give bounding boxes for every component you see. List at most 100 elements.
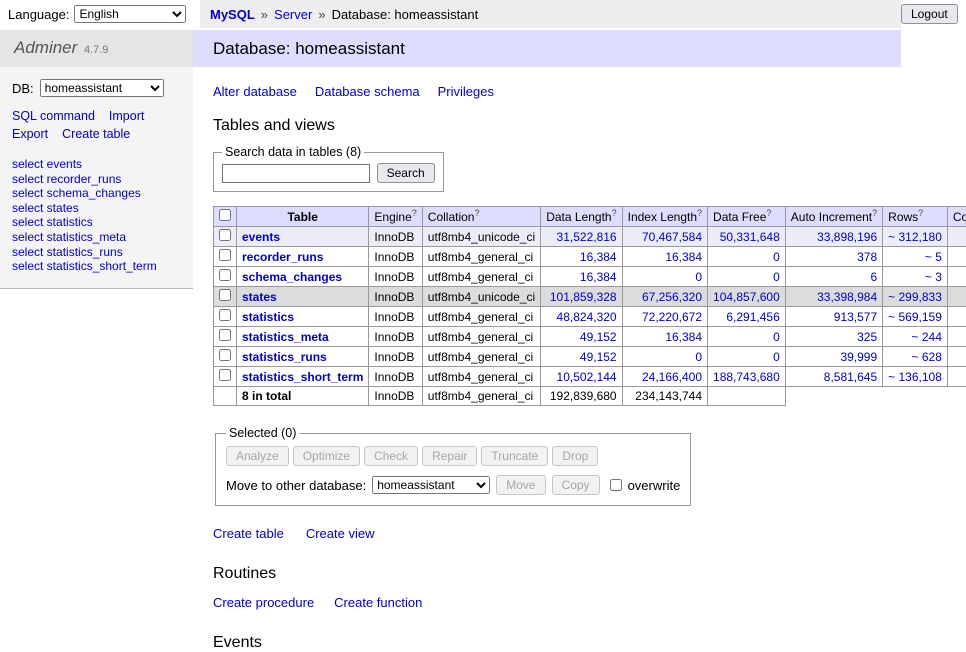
sidebar-item-select-recorder-runs[interactable]: select recorder_runs [12,172,181,187]
breadcrumb-server-link[interactable]: Server [274,7,312,22]
database-schema-link[interactable]: Database schema [315,84,420,99]
rows-count-link[interactable]: ~ 5 [925,250,942,264]
data-length-link[interactable]: 16,384 [580,270,617,284]
auto-increment-link[interactable]: 33,898,196 [817,230,877,244]
data-length-link[interactable]: 101,859,328 [550,290,617,304]
data-free-link[interactable]: 188,743,680 [713,370,780,384]
create-table-link[interactable]: Create table [62,127,130,141]
auto-increment-link[interactable]: 33,398,984 [817,290,877,304]
rows-count-link[interactable]: ~ 299,833 [888,290,942,304]
data-length-link[interactable]: 49,152 [580,330,617,344]
sidebar-item-select-statistics-meta[interactable]: select statistics_meta [12,230,181,245]
help-icon-auto-increment[interactable]: ? [872,208,877,218]
table-link-statistics[interactable]: statistics [242,310,294,324]
data-free-link[interactable]: 6,291,456 [726,310,779,324]
alter-database-link[interactable]: Alter database [213,84,297,99]
data-length-link[interactable]: 10,502,144 [557,370,617,384]
index-length-link[interactable]: 0 [695,270,702,284]
import-link[interactable]: Import [109,109,144,123]
logout-button[interactable]: Logout [901,4,958,24]
help-icon-data-free[interactable]: ? [766,208,771,218]
help-icon-data-length[interactable]: ? [612,208,617,218]
auto-increment-link[interactable]: 913,577 [834,310,877,324]
sidebar-item-select-statistics[interactable]: select statistics [12,215,181,230]
select-all-checkbox[interactable] [219,209,231,221]
table-link-states[interactable]: states [242,290,277,304]
move-db-select[interactable]: homeassistant [372,476,490,494]
analyze-button[interactable]: Analyze [226,446,289,466]
data-length-link[interactable]: 31,522,816 [557,230,617,244]
sidebar-item-select-statistics-runs[interactable]: select statistics_runs [12,245,181,260]
overwrite-checkbox[interactable] [610,479,622,491]
index-length-link[interactable]: 67,256,320 [642,290,702,304]
export-link[interactable]: Export [12,127,48,141]
copy-button[interactable]: Copy [552,475,600,495]
breadcrumb-mysql-link[interactable]: MySQL [210,7,255,22]
data-length-link[interactable]: 16,384 [580,250,617,264]
data-free-link[interactable]: 0 [773,250,780,264]
row-checkbox-schema-changes[interactable] [219,269,231,281]
row-checkbox-statistics-meta[interactable] [219,329,231,341]
row-checkbox-statistics-short-term[interactable] [219,369,231,381]
rows-count-link[interactable]: ~ 569,159 [888,310,942,324]
index-length-link[interactable]: 16,384 [665,330,702,344]
help-icon-collation[interactable]: ? [474,208,479,218]
auto-increment-link[interactable]: 6 [870,270,877,284]
rows-count-link[interactable]: ~ 3 [925,270,942,284]
check-button[interactable]: Check [364,446,418,466]
truncate-button[interactable]: Truncate [481,446,548,466]
index-length-link[interactable]: 16,384 [665,250,702,264]
index-length-link[interactable]: 0 [695,350,702,364]
sidebar-item-select-schema-changes[interactable]: select schema_changes [12,186,181,201]
auto-increment-link[interactable]: 8,581,645 [824,370,877,384]
move-button[interactable]: Move [496,475,545,495]
row-checkbox-recorder-runs[interactable] [219,249,231,261]
data-free-link[interactable]: 104,857,600 [713,290,780,304]
sidebar-item-select-statistics-short-term[interactable]: select statistics_short_term [12,259,181,274]
data-length-link[interactable]: 48,824,320 [557,310,617,324]
table-link-statistics-meta[interactable]: statistics_meta [242,330,329,344]
auto-increment-link[interactable]: 325 [857,330,877,344]
table-link-schema-changes[interactable]: schema_changes [242,270,342,284]
sidebar-item-select-states[interactable]: select states [12,201,181,216]
data-free-link[interactable]: 0 [773,270,780,284]
rows-count-link[interactable]: ~ 312,180 [888,230,942,244]
help-icon-rows[interactable]: ? [918,208,923,218]
help-icon-index-length[interactable]: ? [697,208,702,218]
table-link-statistics-short-term[interactable]: statistics_short_term [242,370,363,384]
create-table-link-main[interactable]: Create table [213,526,284,541]
data-free-link[interactable]: 0 [773,350,780,364]
table-link-recorder-runs[interactable]: recorder_runs [242,250,323,264]
search-input[interactable] [222,164,370,183]
search-button[interactable]: Search [377,163,435,183]
sql-command-link[interactable]: SQL command [12,109,95,123]
row-checkbox-statistics[interactable] [219,309,231,321]
index-length-link[interactable]: 24,166,400 [642,370,702,384]
table-link-events[interactable]: events [242,230,280,244]
rows-count-link[interactable]: ~ 628 [912,350,942,364]
auto-increment-link[interactable]: 39,999 [840,350,877,364]
drop-button[interactable]: Drop [552,446,598,466]
help-icon-engine[interactable]: ? [412,208,417,218]
row-checkbox-events[interactable] [219,229,231,241]
row-checkbox-statistics-runs[interactable] [219,349,231,361]
row-checkbox-states[interactable] [219,289,231,301]
rows-count-link[interactable]: ~ 244 [912,330,942,344]
language-select[interactable]: English [74,5,186,23]
repair-button[interactable]: Repair [422,446,477,466]
index-length-link[interactable]: 72,220,672 [642,310,702,324]
auto-increment-link[interactable]: 378 [857,250,877,264]
create-function-link[interactable]: Create function [334,595,422,610]
sidebar-item-select-events[interactable]: select events [12,157,181,172]
data-length-link[interactable]: 49,152 [580,350,617,364]
db-select[interactable]: homeassistant [40,79,164,97]
table-link-statistics-runs[interactable]: statistics_runs [242,350,327,364]
create-view-link[interactable]: Create view [306,526,375,541]
index-length-link[interactable]: 70,467,584 [642,230,702,244]
create-procedure-link[interactable]: Create procedure [213,595,314,610]
data-free-link[interactable]: 0 [773,330,780,344]
data-free-link[interactable]: 50,331,648 [720,230,780,244]
optimize-button[interactable]: Optimize [293,446,360,466]
privileges-link[interactable]: Privileges [438,84,494,99]
rows-count-link[interactable]: ~ 136,108 [888,370,942,384]
